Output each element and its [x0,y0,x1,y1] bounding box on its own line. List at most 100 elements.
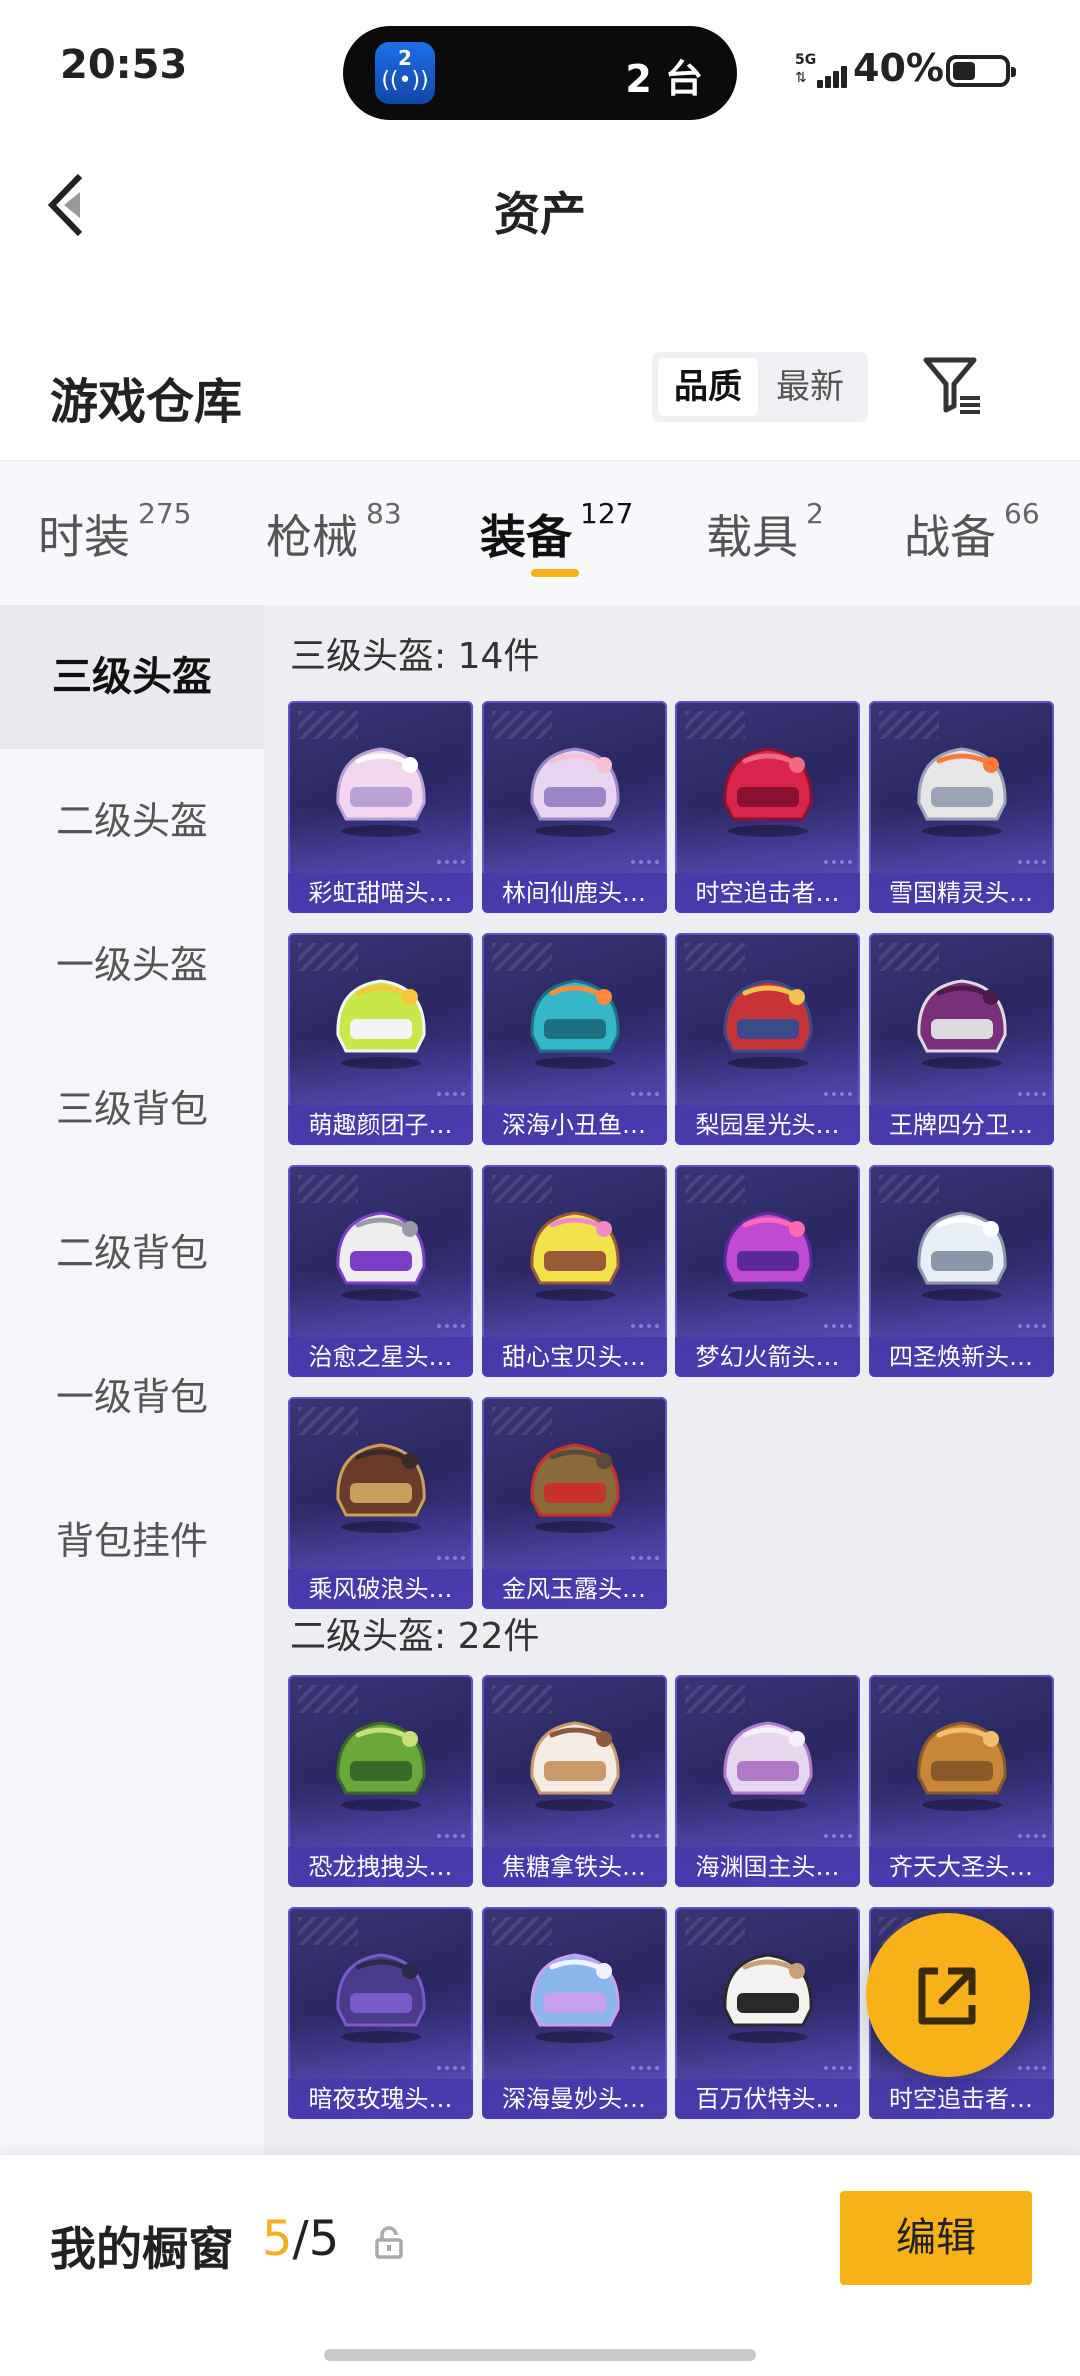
home-indicator[interactable] [324,2349,756,2361]
item-card[interactable]: 彩虹甜喵头… [288,701,473,913]
tab-count: 66 [1004,497,1040,530]
item-card[interactable]: 治愈之星头… [288,1165,473,1377]
tab-fashion[interactable]: 时装 275 [38,497,191,567]
helmet-icon [529,1443,620,1533]
status-bar: 20:53 2 ((•)) 2 台 5G ⇅ 40% [0,0,1080,140]
broadcast-icon: 2 ((•)) [375,42,435,104]
helmet-icon [529,1721,620,1811]
item-card[interactable]: 甜心宝贝头… [481,1165,667,1377]
sort-quality-button[interactable]: 品质 [658,358,758,416]
helmet-icon [336,1953,426,2043]
item-card[interactable]: 深海曼妙头… [481,1907,667,2119]
page-header: 资产 [0,140,1080,300]
item-name: 海渊国主头… [675,1847,860,1887]
warehouse-title: 游戏仓库 [50,374,243,430]
item-card[interactable]: 梦幻火箭头… [675,1165,860,1377]
item-name: 梨园星光头… [675,1105,860,1145]
category-tabs: 时装 275 枪械 83 装备 127 载具 2 战备 66 [0,460,1080,606]
tab-label: 时装 [38,510,130,564]
item-name: 时空追击者… [675,873,860,913]
sidebar-item-backpack-charm[interactable]: 背包挂件 [0,1469,264,1613]
item-card[interactable]: 暗夜玫瑰头… [288,1907,473,2119]
signal-icon: 5G ⇅ [795,52,851,92]
helmet-icon [336,1211,426,1301]
sidebar-item-level3-helmet[interactable]: 三级头盔 [0,605,264,749]
broadcast-icon-glyph: ((•)) [381,68,429,93]
item-card[interactable]: 萌趣颜团子… [288,933,473,1145]
helmet-icon [723,1953,813,2043]
helmet-icon [723,979,813,1069]
item-name: 乘风破浪头… [288,1569,473,1609]
item-card[interactable]: 金风玉露头… [481,1397,667,1609]
item-card[interactable]: 恐龙拽拽头… [288,1675,473,1887]
helmet-icon [723,747,813,837]
item-name: 梦幻火箭头… [675,1337,860,1377]
item-name: 林间仙鹿头… [481,873,667,913]
broadcast-icon-number: 2 [398,46,412,70]
item-card[interactable]: 林间仙鹿头… [481,701,667,913]
sidebar: 三级头盔 二级头盔 一级头盔 三级背包 二级背包 一级背包 背包挂件 [0,605,264,2155]
tab-label: 装备 [480,510,572,564]
item-card[interactable]: 王牌四分卫… [868,933,1054,1145]
item-card[interactable]: 百万伏特头… [675,1907,860,2119]
dynamic-island[interactable]: 2 ((•)) 2 台 [343,26,737,120]
helmet-icon [336,747,426,837]
sidebar-item-level3-backpack[interactable]: 三级背包 [0,1037,264,1181]
tab-count: 83 [366,497,402,530]
helmet-icon [529,747,620,837]
item-name: 四圣焕新头… [868,1337,1054,1377]
item-name: 治愈之星头… [288,1337,473,1377]
tab-guns[interactable]: 枪械 83 [266,497,402,567]
battery-percent: 40% [853,46,944,90]
tab-combat-gear[interactable]: 战备 66 [904,497,1040,567]
item-name: 彩虹甜喵头… [288,873,473,913]
sidebar-item-level1-helmet[interactable]: 一级头盔 [0,893,264,1037]
item-card[interactable]: 深海小丑鱼… [481,933,667,1145]
helmet-icon [336,1721,426,1811]
sidebar-item-level2-backpack[interactable]: 二级背包 [0,1181,264,1325]
helmet-icon [916,1211,1007,1301]
filter-button[interactable] [920,352,984,418]
showcase-label: 我的橱窗 [50,2222,234,2276]
sidebar-item-level2-helmet[interactable]: 二级头盔 [0,749,264,893]
item-name: 萌趣颜团子… [288,1105,473,1145]
helmet-icon [336,1443,426,1533]
showcase-current: 5 [262,2211,293,2267]
helmet-icon [529,979,620,1069]
sidebar-item-level1-backpack[interactable]: 一级背包 [0,1325,264,1469]
section-title: 二级头盔: 22件 [290,1616,540,1657]
edit-button[interactable]: 编辑 [840,2191,1032,2285]
helmet-icon [916,1721,1007,1811]
item-card[interactable]: 雪国精灵头… [868,701,1054,913]
share-fab-button[interactable] [866,1913,1030,2077]
item-card[interactable]: 梨园星光头… [675,933,860,1145]
showcase-total: /5 [292,2211,340,2267]
item-name: 金风玉露头… [481,1569,667,1609]
showcase-bar: 我的橱窗 5/5 编辑 [0,2155,1080,2376]
tab-equipment[interactable]: 装备 127 [480,497,633,567]
item-name: 雪国精灵头… [868,873,1054,913]
helmet-icon [916,747,1007,837]
helmet-icon [529,1953,620,2043]
sort-latest-button[interactable]: 最新 [760,358,860,416]
tab-vehicles[interactable]: 载具 2 [706,497,824,567]
item-name: 王牌四分卫… [868,1105,1054,1145]
tab-count: 275 [138,497,192,530]
item-card[interactable]: 时空追击者… [675,701,860,913]
tab-label: 战备 [904,510,996,564]
item-name: 暗夜玫瑰头… [288,2079,473,2119]
item-card[interactable]: 乘风破浪头… [288,1397,473,1609]
item-name: 齐天大圣头… [868,1847,1054,1887]
island-device-count: 2 台 [625,57,703,101]
item-card[interactable]: 焦糖拿铁头… [481,1675,667,1887]
item-card[interactable]: 齐天大圣头… [868,1675,1054,1887]
showcase-count: 5/5 [262,2211,339,2267]
item-card[interactable]: 四圣焕新头… [868,1165,1054,1377]
active-tab-indicator [531,569,579,577]
battery-icon [946,55,1016,87]
item-name: 甜心宝贝头… [481,1337,667,1377]
lock-icon [375,2226,403,2259]
tab-count: 2 [806,497,824,530]
item-card[interactable]: 海渊国主头… [675,1675,860,1887]
item-name: 深海曼妙头… [481,2079,667,2119]
